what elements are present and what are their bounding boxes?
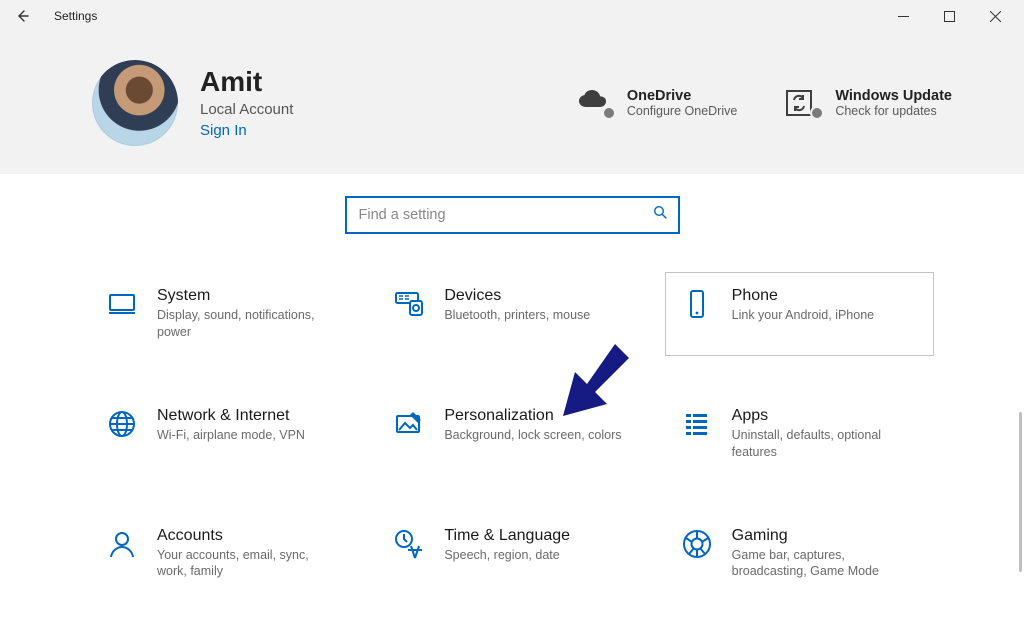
account-type-label: Local Account <box>200 101 293 118</box>
category-accounts[interactable]: Accounts Your accounts, email, sync, wor… <box>90 512 359 596</box>
category-title: Personalization <box>444 407 621 425</box>
category-title: Accounts <box>157 527 337 545</box>
network-icon <box>105 407 139 441</box>
search-wrap <box>0 196 1024 234</box>
minimize-button[interactable] <box>880 0 926 32</box>
window-controls <box>880 0 1018 32</box>
devices-icon <box>392 287 426 321</box>
minimize-icon <box>898 11 909 22</box>
maximize-button[interactable] <box>926 0 972 32</box>
avatar <box>92 60 178 146</box>
onedrive-title: OneDrive <box>627 88 737 104</box>
category-personalization[interactable]: Personalization Background, lock screen,… <box>377 392 646 476</box>
user-name: Amit <box>200 67 293 96</box>
title-bar: Settings <box>0 0 1024 32</box>
categories-grid: System Display, sound, notifications, po… <box>52 272 972 595</box>
sign-in-link[interactable]: Sign In <box>200 122 293 139</box>
category-system[interactable]: System Display, sound, notifications, po… <box>90 272 359 356</box>
search-input[interactable] <box>359 207 653 223</box>
category-desc: Your accounts, email, sync, work, family <box>157 547 337 581</box>
scroll-thumb[interactable] <box>1019 412 1022 572</box>
category-title: Phone <box>732 287 874 305</box>
update-icon <box>785 89 821 117</box>
category-desc: Game bar, captures, broadcasting, Game M… <box>732 547 912 581</box>
category-desc: Link your Android, iPhone <box>732 307 874 324</box>
update-subtitle: Check for updates <box>835 104 952 118</box>
onedrive-icon <box>577 89 613 117</box>
close-button[interactable] <box>972 0 1018 32</box>
search-icon <box>653 205 668 225</box>
window-title: Settings <box>54 9 97 23</box>
status-windows-update[interactable]: Windows Update Check for updates <box>785 88 952 118</box>
category-title: Time & Language <box>444 527 570 545</box>
personalization-icon <box>392 407 426 441</box>
time-language-icon <box>392 527 426 561</box>
onedrive-subtitle: Configure OneDrive <box>627 104 737 118</box>
header-panel: Amit Local Account Sign In OneDrive Conf… <box>0 32 1024 174</box>
update-title: Windows Update <box>835 88 952 104</box>
category-desc: Background, lock screen, colors <box>444 427 621 444</box>
apps-icon <box>680 407 714 441</box>
status-onedrive[interactable]: OneDrive Configure OneDrive <box>577 88 737 118</box>
scrollbar[interactable] <box>1016 32 1022 623</box>
category-desc: Uninstall, defaults, optional features <box>732 427 912 461</box>
category-desc: Speech, region, date <box>444 547 570 564</box>
accounts-icon <box>105 527 139 561</box>
category-gaming[interactable]: Gaming Game bar, captures, broadcasting,… <box>665 512 934 596</box>
gaming-icon <box>680 527 714 561</box>
close-icon <box>990 11 1001 22</box>
category-desc: Display, sound, notifications, power <box>157 307 337 341</box>
category-title: System <box>157 287 337 305</box>
category-apps[interactable]: Apps Uninstall, defaults, optional featu… <box>665 392 934 476</box>
category-network[interactable]: Network & Internet Wi-Fi, airplane mode,… <box>90 392 359 476</box>
category-title: Apps <box>732 407 912 425</box>
category-desc: Wi-Fi, airplane mode, VPN <box>157 427 305 444</box>
maximize-icon <box>944 11 955 22</box>
system-icon <box>105 287 139 321</box>
phone-icon <box>680 287 714 321</box>
category-title: Gaming <box>732 527 912 545</box>
back-button[interactable] <box>14 8 30 24</box>
category-title: Network & Internet <box>157 407 305 425</box>
arrow-left-icon <box>14 8 30 24</box>
user-block[interactable]: Amit Local Account Sign In <box>92 60 293 146</box>
category-desc: Bluetooth, printers, mouse <box>444 307 590 324</box>
category-devices[interactable]: Devices Bluetooth, printers, mouse <box>377 272 646 356</box>
category-phone[interactable]: Phone Link your Android, iPhone <box>665 272 934 356</box>
category-time-language[interactable]: Time & Language Speech, region, date <box>377 512 646 596</box>
search-box[interactable] <box>345 196 680 234</box>
category-title: Devices <box>444 287 590 305</box>
